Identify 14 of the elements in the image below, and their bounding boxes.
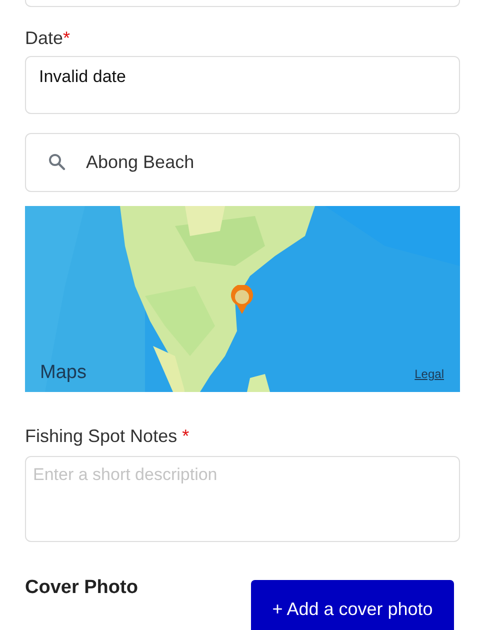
map-pin-icon xyxy=(229,285,255,315)
required-mark: * xyxy=(182,425,190,448)
add-cover-photo-button[interactable]: + Add a cover photo xyxy=(251,580,454,630)
section-heading: Cover Photo xyxy=(25,577,138,599)
field-label: Fishing Spot Notes xyxy=(25,425,178,448)
required-mark: * xyxy=(63,27,70,50)
search-field[interactable]: Abong Beach xyxy=(25,133,460,192)
notes-field[interactable]: Enter a short description xyxy=(25,456,460,542)
date-field[interactable]: Invalid date xyxy=(25,56,460,114)
field-label: Date xyxy=(25,27,64,50)
legal-link[interactable]: Legal xyxy=(414,367,444,381)
map-logo: Maps xyxy=(40,362,86,384)
search-icon xyxy=(48,153,66,171)
text-field[interactable] xyxy=(25,0,460,7)
